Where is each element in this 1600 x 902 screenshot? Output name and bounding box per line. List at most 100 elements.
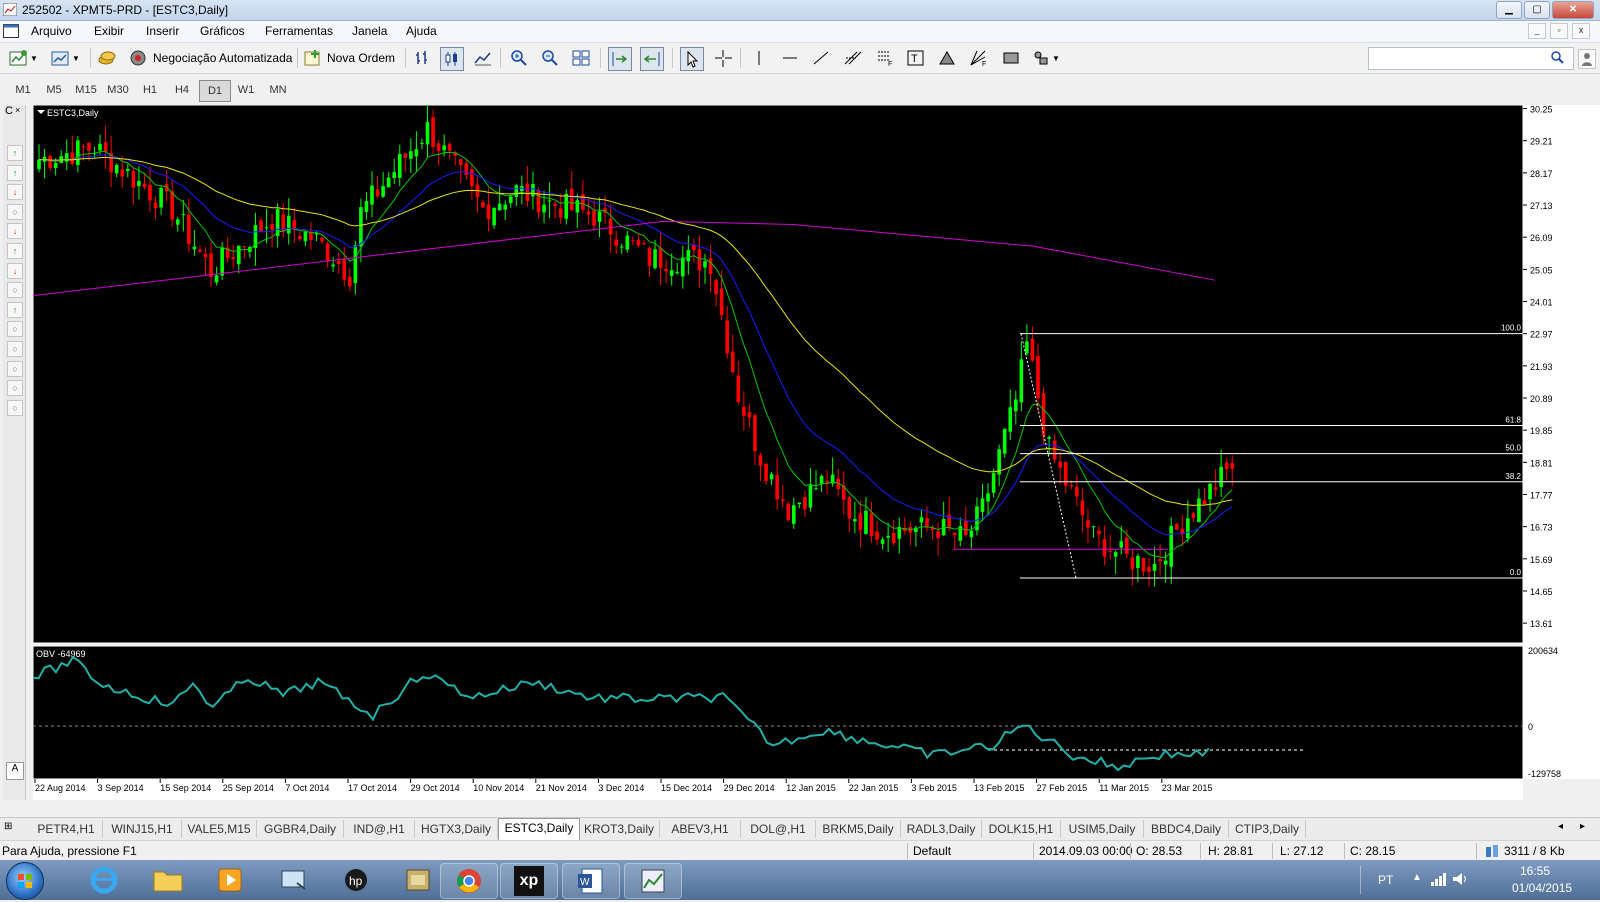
taskbar-xp[interactable]: xp [500, 863, 558, 899]
profiles-button[interactable]: ▼ [50, 47, 80, 69]
chart-tab[interactable]: DOL@,H1 [741, 820, 816, 838]
menu-janela[interactable]: Janela [352, 24, 387, 38]
new-chart-button[interactable]: ▼ [8, 47, 38, 69]
timeframe-w1[interactable]: W1 [231, 80, 261, 100]
chart-shift-button[interactable] [640, 47, 664, 71]
indicator-marker-icon[interactable]: ○ [7, 321, 23, 338]
search-icon[interactable] [1550, 50, 1564, 64]
maximize-button[interactable]: ▢ [1524, 1, 1550, 19]
tray-expand-icon[interactable]: ▲ [1412, 872, 1422, 883]
indicator-marker-icon[interactable]: ↑ [7, 164, 23, 181]
menu-graficos[interactable]: Gráficos [200, 24, 245, 38]
menu-ferramentas[interactable]: Ferramentas [265, 24, 333, 38]
clock-date[interactable]: 01/04/2015 [1512, 881, 1572, 895]
indicator-marker-icon[interactable]: ○ [7, 399, 23, 416]
signal-icon[interactable] [1430, 872, 1446, 886]
more-tools-button[interactable]: ▼ [1030, 47, 1060, 69]
strip-tab[interactable]: A [6, 762, 24, 780]
mdi-close-button[interactable]: x [1572, 23, 1590, 39]
price-chart[interactable]: 30.25 29.21 28.17 27.13 26.09 25.05 24.01 22.97… [33, 105, 1600, 800]
timeframe-m30[interactable]: M30 [103, 80, 133, 100]
auto-trading-button[interactable]: Negociação Automatizada [128, 47, 292, 69]
timeframe-m15[interactable]: M15 [71, 80, 101, 100]
tabs-scroll-icon[interactable]: ⊞ [4, 821, 12, 832]
indicator-marker-icon[interactable]: ↓ [7, 184, 23, 201]
gann-tool-button[interactable]: F [968, 47, 990, 69]
mdi-minimize-button[interactable]: _ [1528, 23, 1546, 39]
chart-tab[interactable]: IND@,H1 [344, 820, 415, 838]
chart-tab[interactable]: BRKM5,Daily [816, 820, 901, 838]
clock-time[interactable]: 16:55 [1520, 864, 1550, 878]
indicator-marker-icon[interactable]: ○ [7, 341, 23, 357]
crosshair-tool-button[interactable] [712, 47, 734, 69]
indicator-marker-icon[interactable]: ↑ [7, 301, 23, 318]
menu-exibir[interactable]: Exibir [94, 24, 124, 38]
search-input[interactable] [1368, 47, 1574, 70]
taskbar-ie[interactable] [76, 863, 132, 897]
text-tool-button[interactable]: T [905, 47, 927, 69]
mdi-restore-button[interactable]: ▫ [1550, 23, 1568, 39]
language-indicator[interactable]: PT [1378, 873, 1393, 887]
timeframe-m5[interactable]: M5 [39, 80, 69, 100]
chart-tab[interactable]: BBDC4,Daily [1144, 820, 1229, 838]
indicator-marker-icon[interactable]: ↑ [7, 145, 23, 161]
community-button[interactable] [1578, 49, 1596, 69]
indicator-marker-icon[interactable]: ↓ [7, 262, 23, 279]
indicator-marker-icon[interactable]: ○ [7, 282, 23, 299]
timeframe-mn[interactable]: MN [263, 80, 293, 100]
new-order-button[interactable]: Nova Ordem [302, 47, 395, 69]
taskbar-hp[interactable]: hp [328, 863, 384, 897]
market-watch-button[interactable] [96, 47, 118, 69]
taskbar-explorer[interactable] [140, 863, 196, 897]
minimize-button[interactable]: ▁ [1496, 1, 1522, 19]
menu-arquivo[interactable]: Arquivo [31, 24, 72, 38]
shapes-tool-button[interactable] [1000, 47, 1022, 69]
strip-close-icon[interactable]: × [15, 105, 20, 115]
close-button[interactable]: ✕ [1552, 1, 1594, 19]
chart-tab[interactable]: HGTX3,Daily [415, 820, 498, 838]
chart-tab[interactable]: ESTC3,Daily [498, 818, 580, 840]
arrow-tool-button[interactable] [936, 47, 958, 69]
chart-tab[interactable]: CTIP3,Daily [1229, 820, 1306, 838]
chart-tab[interactable]: DOLK15,H1 [982, 820, 1061, 838]
taskbar-archive[interactable] [390, 863, 446, 897]
chart-tab[interactable]: GGBR4,Daily [257, 820, 344, 838]
chart-tab[interactable]: KROT3,Daily [579, 820, 660, 838]
taskbar-word[interactable]: W [562, 863, 620, 899]
taskbar-network[interactable] [266, 863, 322, 897]
zoom-in-button[interactable] [508, 47, 530, 69]
bar-chart-button[interactable] [412, 47, 434, 69]
channels-button[interactable] [842, 47, 864, 69]
indicator-marker-icon[interactable]: ○ [7, 380, 23, 397]
horizontal-line-button[interactable] [779, 47, 801, 69]
menu-inserir[interactable]: Inserir [146, 24, 179, 38]
volume-icon[interactable] [1452, 872, 1468, 886]
chart-tab[interactable]: RADL3,Daily [901, 820, 982, 838]
menu-ajuda[interactable]: Ajuda [406, 24, 437, 38]
taskbar-metatrader[interactable] [624, 863, 682, 899]
chart-tab[interactable]: ABEV3,H1 [660, 820, 741, 838]
vertical-line-button[interactable] [748, 47, 770, 69]
candlestick-button[interactable] [440, 47, 464, 71]
start-button[interactable] [6, 862, 44, 900]
indicator-marker-icon[interactable]: ↓ [7, 223, 23, 240]
timeframe-h1[interactable]: H1 [135, 80, 165, 100]
cursor-tool-button[interactable] [680, 47, 704, 71]
zoom-out-button[interactable] [539, 47, 561, 69]
taskbar-media[interactable] [202, 863, 258, 897]
fibonacci-button[interactable]: F [874, 47, 896, 69]
chart-tab[interactable]: USIM5,Daily [1061, 820, 1144, 838]
taskbar-chrome[interactable] [440, 863, 498, 899]
tile-windows-button[interactable] [570, 47, 592, 69]
tabs-left-icon[interactable]: ◂ [1558, 821, 1563, 832]
trend-line-button[interactable] [810, 47, 832, 69]
line-chart-button[interactable] [472, 47, 494, 69]
auto-scroll-button[interactable] [608, 47, 632, 71]
timeframe-h4[interactable]: H4 [167, 80, 197, 100]
chart-tab[interactable]: VALE5,M15 [182, 820, 257, 838]
tabs-right-icon[interactable]: ▸ [1580, 821, 1585, 832]
indicator-marker-icon[interactable]: ○ [7, 360, 23, 377]
chart-tab[interactable]: PETR4,H1 [30, 820, 103, 838]
indicator-marker-icon[interactable]: ○ [7, 203, 23, 220]
timeframe-m1[interactable]: M1 [8, 80, 38, 100]
